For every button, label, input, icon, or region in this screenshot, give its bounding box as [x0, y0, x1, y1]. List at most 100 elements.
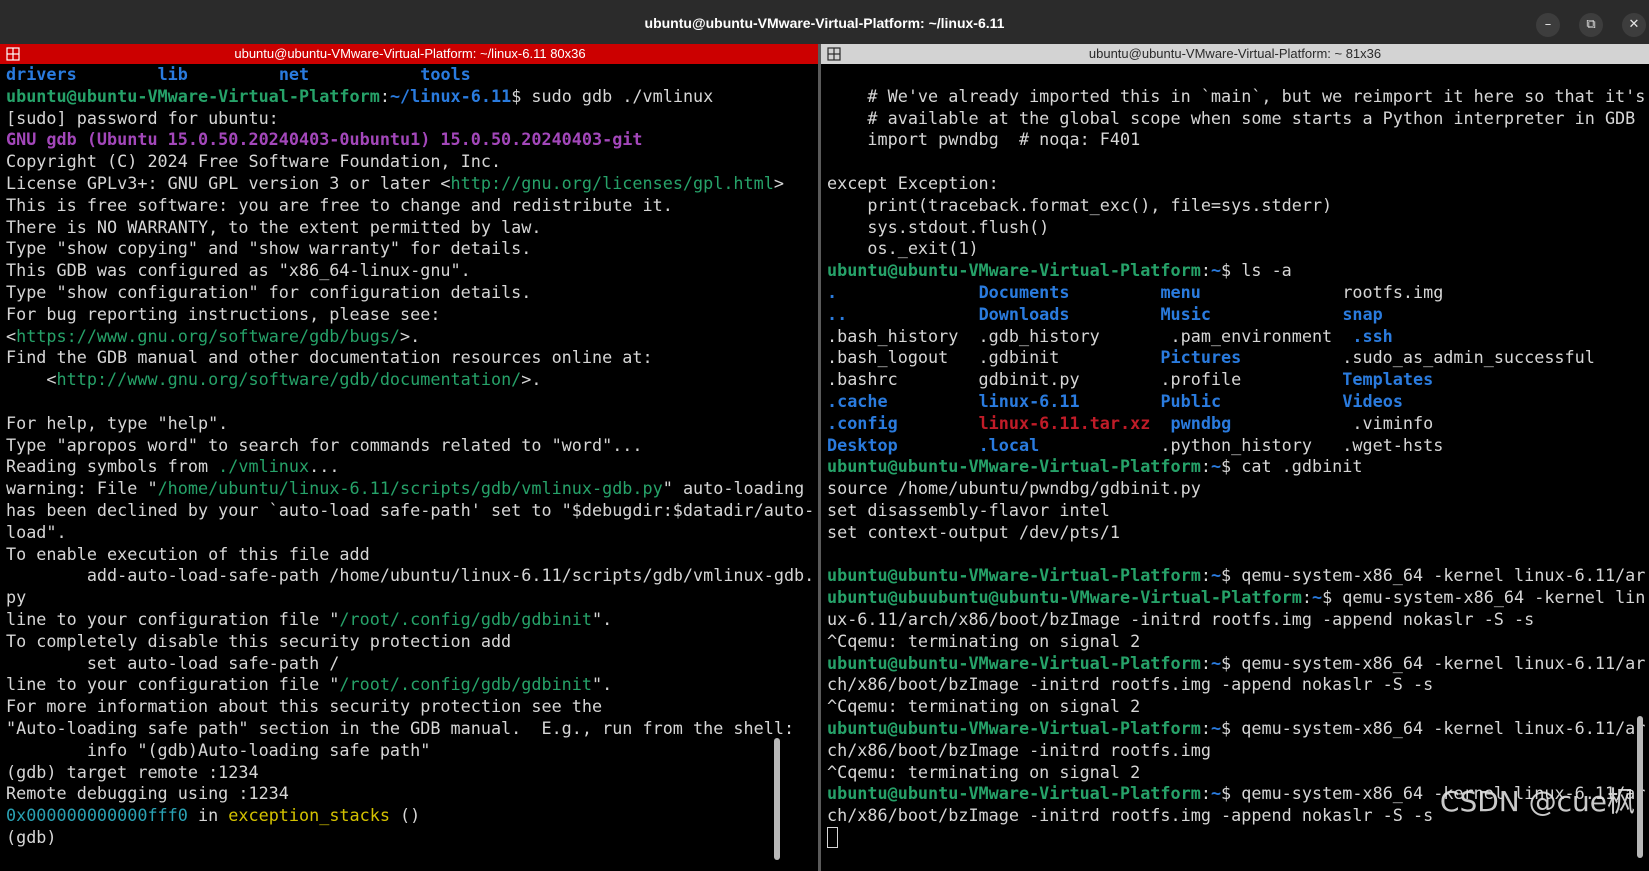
- terminal-line: .bashrc gdbinit.py .profile Templates: [827, 369, 1645, 391]
- terminal-line: info "(gdb)Auto-loading safe path": [6, 740, 814, 762]
- terminal-output-left[interactable]: drivers lib net tools ubuntu@ubuntu-VMwar…: [6, 64, 814, 849]
- terminal-text: $ cat .gdbinit: [1221, 456, 1363, 477]
- terminal-line: [sudo] password for ubuntu:: [6, 108, 814, 130]
- terminal-text: This GDB was configured as "x86_64-linux…: [6, 260, 471, 281]
- terminal-text: ...: [309, 456, 340, 477]
- terminal-line: sys.stdout.flush(): [827, 217, 1645, 239]
- terminal-text: ch/x86/boot/bzImage -initrd rootfs.img -…: [827, 674, 1434, 695]
- terminal-line: GNU gdb (Ubuntu 15.0.50.20240403-0ubuntu…: [6, 129, 814, 151]
- terminal-text: .local: [978, 434, 1040, 455]
- terminal-text: (): [389, 805, 421, 826]
- terminal-text: GNU gdb (Ubuntu 15.0.50.20240403-0ubuntu…: [6, 129, 643, 150]
- terminal-line: Type "show copying" and "show warranty" …: [6, 238, 814, 260]
- terminal-text: ubuntu@ubuntu-VMware-Virtual-Platform: [827, 565, 1201, 586]
- terminal-line: There is NO WARRANTY, to the extent perm…: [6, 217, 814, 239]
- terminal-text: line to your configuration file ": [6, 674, 340, 695]
- csdn-watermark: CSDN @cue枫: [1439, 785, 1635, 818]
- pane-titlebar-right[interactable]: ubuntu@ubuntu-VMware-Virtual-Platform: ~…: [821, 44, 1649, 64]
- terminal-text: in: [187, 805, 229, 826]
- terminal-text: Desktop: [827, 434, 898, 455]
- terminal-text: https://www.gnu.org/software/gdb/bugs/: [16, 325, 401, 346]
- terminal-line: ch/x86/boot/bzImage -initrd rootfs.img -…: [827, 674, 1645, 696]
- close-button[interactable]: ✕: [1622, 13, 1646, 37]
- terminal-text: :: [1301, 587, 1312, 608]
- terminal-text: http://gnu.org/licenses/gpl.html: [450, 172, 774, 193]
- terminal-line: Copyright (C) 2024 Free Software Foundat…: [6, 151, 814, 173]
- terminal-line: ^Cqemu: terminating on signal 2: [827, 631, 1645, 653]
- terminal-text: set auto-load safe-path /: [6, 652, 340, 673]
- terminal-line: ^Cqemu: terminating on signal 2: [827, 696, 1645, 718]
- terminal-text: Videos: [1342, 390, 1403, 411]
- terminal-text: load".: [6, 521, 67, 542]
- terminal-pane-right[interactable]: ubuntu@ubuntu-VMware-Virtual-Platform: ~…: [821, 44, 1649, 871]
- maximize-button[interactable]: ⧉: [1579, 13, 1603, 37]
- terminal-text: rootfs.img: [1342, 281, 1444, 302]
- terminal-line: This is free software: you are free to c…: [6, 195, 814, 217]
- terminal-text: add-auto-load-safe-path /home/ubuntu/lin…: [6, 565, 815, 586]
- scrollbar-right[interactable]: [1637, 716, 1643, 858]
- terminal-text: menu: [1160, 281, 1201, 302]
- terminal-text: $ ls -a: [1221, 260, 1292, 281]
- terminal-line: set auto-load safe-path /: [6, 653, 814, 675]
- terminal-line: For bug reporting instructions, please s…: [6, 304, 814, 326]
- terminal-text: Pictures: [1160, 347, 1242, 368]
- terminal-text: .viminfo: [1231, 412, 1434, 433]
- terminal-output-right[interactable]: # We've already imported this in `main`,…: [827, 64, 1645, 850]
- window-titlebar[interactable]: ubuntu@ubuntu-VMware-Virtual-Platform: ~…: [0, 0, 1649, 50]
- terminal-pane-left[interactable]: ubuntu@ubuntu-VMware-Virtual-Platform: ~…: [0, 44, 820, 871]
- terminal-line: ubuntu@ubuntu-VMware-Virtual-Platform:~$…: [827, 653, 1645, 675]
- terminal-text: ^Cqemu: terminating on signal 2: [827, 696, 1141, 717]
- terminal-line: Reading symbols from ./vmlinux...: [6, 456, 814, 478]
- terminal-text: $ qemu-system-x86_64 -kernel linux-6.11/…: [1221, 717, 1646, 738]
- terminal-text: # We've already imported this in `main`,…: [827, 85, 1646, 106]
- terminal-text: There is NO WARRANTY, to the extent perm…: [6, 216, 542, 237]
- terminal-text: >.: [400, 325, 421, 346]
- terminal-text: $ qemu-system-x86_64 -kernel lin: [1322, 587, 1646, 608]
- terminal-text: Public: [1160, 390, 1222, 411]
- terminal-text: Type "apropos word" to search for comman…: [6, 434, 643, 455]
- terminal-text: ~: [1210, 565, 1222, 586]
- pane-titlebar-left[interactable]: ubuntu@ubuntu-VMware-Virtual-Platform: ~…: [0, 44, 820, 64]
- terminator-grid-icon: [6, 47, 20, 61]
- terminal-line: .bash_history .gdb_history .pam_environm…: [827, 326, 1645, 348]
- terminal-cursor: [827, 826, 838, 848]
- terminal-line: os._exit(1): [827, 238, 1645, 260]
- terminal-text: has been declined by your `auto-load saf…: [6, 499, 815, 520]
- terminal-text: ~: [1210, 260, 1222, 281]
- terminal-text: drivers: [6, 64, 77, 84]
- terminal-text: To enable execution of this file add: [6, 543, 370, 564]
- minimize-button[interactable]: –: [1536, 13, 1560, 37]
- terminal-line: load".: [6, 522, 814, 544]
- terminal-text: pwndbg: [1170, 412, 1232, 433]
- terminal-text: import pwndbg # noqa: F401: [827, 129, 1141, 150]
- terminal-line: . Documents menu rootfs.img: [827, 282, 1645, 304]
- terminal-line: set context-output /dev/pts/1: [827, 522, 1645, 544]
- terminal-text: ubuntu@ubuntu-VMware-Virtual-Platform: [827, 717, 1201, 738]
- terminal-text: ch/x86/boot/bzImage -initrd rootfs.img: [827, 739, 1211, 760]
- terminal-text: <: [6, 325, 17, 346]
- terminal-line: warning: File "/home/ubuntu/linux-6.11/s…: [6, 478, 814, 500]
- terminal-line: set disassembly-flavor intel: [827, 500, 1645, 522]
- terminal-text: .: [827, 281, 838, 302]
- terminal-line: Type "show configuration" for configurat…: [6, 282, 814, 304]
- terminal-text: # available at the global scope when som…: [827, 107, 1636, 128]
- terminal-text: exception_stacks: [228, 805, 390, 826]
- terminal-text: :: [1200, 456, 1211, 477]
- terminal-text: set context-output /dev/pts/1: [827, 521, 1120, 542]
- scrollbar-left[interactable]: [774, 738, 780, 860]
- terminal-text: For bug reporting instructions, please s…: [6, 303, 441, 324]
- terminal-text: linux-6.11.tar.xz: [978, 412, 1151, 433]
- terminal-text: <: [6, 369, 57, 390]
- terminal-line: ubuntu@ubuntu-VMware-Virtual-Platform:~$…: [827, 565, 1645, 587]
- terminal-text: info "(gdb)Auto-loading safe path": [6, 739, 431, 760]
- terminal-text: net: [278, 64, 310, 84]
- terminal-line: .. Downloads Music snap: [827, 304, 1645, 326]
